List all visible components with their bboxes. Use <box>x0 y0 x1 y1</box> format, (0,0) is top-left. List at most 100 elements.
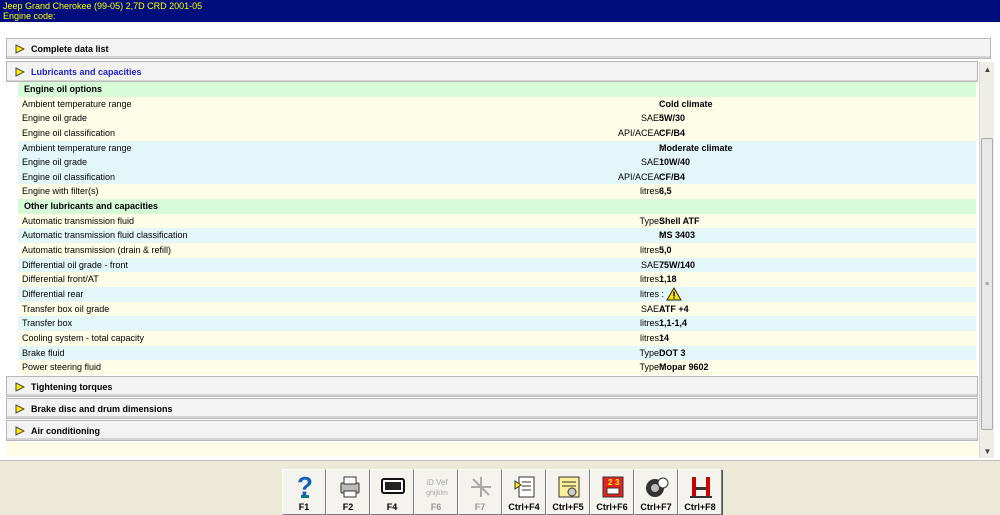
help-icon: ? <box>297 473 313 501</box>
row-value: Moderate climate <box>659 142 733 153</box>
section-label: Complete data list <box>31 43 109 54</box>
section-label: Brake disc and drum dimensions <box>31 403 173 414</box>
content-area: Complete data list Lubricants and capaci… <box>0 22 1000 460</box>
table-row: Transfer box litres :1,1-1,4 <box>18 316 976 331</box>
section-label: Lubricants and capacities <box>31 66 142 77</box>
row-label: Engine oil classification <box>22 127 116 138</box>
table-row: Differential front/AT litres :1,18 <box>18 272 976 287</box>
toolbar-button-ctrl-f4[interactable]: Ctrl+F4 <box>502 469 546 515</box>
vehicle-title: Jeep Grand Cherokee (99-05) 2,7D CRD 200… <box>3 1 203 11</box>
section-brake-disc-drum[interactable]: Brake disc and drum dimensions <box>6 398 978 419</box>
table-subheader: Engine oil options <box>18 82 976 97</box>
toolbar-button-ctrl-f6[interactable]: 2 3 Ctrl+F6 <box>590 469 634 515</box>
row-label: Automatic transmission (drain & refill) <box>22 245 172 256</box>
svg-text:2: 2 <box>608 478 613 487</box>
title-bar: Jeep Grand Cherokee (99-05) 2,7D CRD 200… <box>0 0 1000 22</box>
scroll-thumb[interactable]: ≡ <box>981 138 993 430</box>
toolbar-button-f7[interactable]: F7 <box>458 469 502 515</box>
table-row: Power steering fluid Type : Mopar 9602 <box>18 360 976 375</box>
red-unit-icon: 23 <box>602 476 624 498</box>
row-value: 10W/40 <box>659 157 691 168</box>
row-value: 5,0 <box>659 245 672 256</box>
chevron-right-icon <box>15 381 25 392</box>
toolbar-button-ctrl-f5[interactable]: Ctrl+F5 <box>546 469 590 515</box>
table-row: Cooling system - total capacity litres :1… <box>18 330 976 346</box>
display-icon <box>381 478 405 494</box>
toolbar-button-f1[interactable]: ? F1 <box>282 469 326 515</box>
row-label: Engine oil grade <box>22 113 88 124</box>
toolbar-button-f6[interactable]: iD Vef ghijklm F6 <box>414 469 458 515</box>
toolbar-button-label: Ctrl+F8 <box>684 502 716 512</box>
row-label: Transfer box <box>22 318 73 329</box>
svg-text:iD Vef: iD Vef <box>426 478 448 487</box>
toolbar-button-label: F6 <box>430 502 442 512</box>
printer-icon <box>340 476 360 498</box>
toolbar-button-ctrl-f8[interactable]: Ctrl+F8 <box>678 469 722 515</box>
row-value: 1,18 <box>659 274 677 285</box>
empty-footer-area <box>6 442 978 456</box>
row-label: Ambient temperature range <box>22 142 132 153</box>
row-label: Differential oil grade - front <box>22 259 128 270</box>
toolbar-button-label: F7 <box>474 502 486 512</box>
row-label: Automatic transmission fluid <box>22 215 135 226</box>
row-value: Shell ATF <box>659 215 700 226</box>
section-tightening-torques[interactable]: Tightening torques <box>6 376 978 397</box>
vertical-scrollbar[interactable]: ▲ ≡ ▼ <box>979 62 994 458</box>
list-icon <box>558 476 580 498</box>
svg-text:ghijklm: ghijklm <box>426 490 448 497</box>
section-label: Air conditioning <box>31 425 100 436</box>
scroll-down-icon[interactable]: ▼ <box>980 444 995 458</box>
row-value: 14 <box>659 332 670 343</box>
table-row: Automatic transmission fluid classificat… <box>18 228 976 244</box>
svg-text:3: 3 <box>615 478 620 487</box>
row-label: Ambient temperature range <box>22 98 132 109</box>
row-label: Power steering fluid <box>22 362 102 373</box>
toolbar-button-f4[interactable]: F4 <box>370 469 414 515</box>
row-value: CF/B4 <box>659 171 686 182</box>
row-value: MS 3403 <box>659 230 696 241</box>
toolbar-button-label: Ctrl+F5 <box>552 502 584 512</box>
table-row: Engine oil classification API/ACEA : CF/B4 <box>18 125 976 141</box>
row-unit: API/ACEA : <box>617 127 664 138</box>
row-unit: litres : <box>639 288 664 299</box>
row-label: Brake fluid <box>22 347 65 358</box>
row-value: CF/B4 <box>659 127 686 138</box>
lift-icon <box>690 477 712 498</box>
row-value: 5W/30 <box>659 113 686 124</box>
section-lubricants-capacities[interactable]: Lubricants and capacities <box>6 61 978 82</box>
table-row: Differential rear litres : <box>18 286 976 302</box>
table-row: Ambient temperature range: Cold climate <box>18 96 976 112</box>
table-row: Brake fluid Type : DOT 3 <box>18 345 976 361</box>
row-value: Mopar 9602 <box>659 362 709 373</box>
crosshair-icon <box>471 477 491 497</box>
document-icon <box>514 476 535 498</box>
toolbar-button-ctrl-f7[interactable]: Ctrl+F7 <box>634 469 678 515</box>
section-complete-data-list[interactable]: Complete data list <box>6 38 991 59</box>
row-label: Cooling system - total capacity <box>22 332 145 343</box>
section-air-conditioning[interactable]: Air conditioning <box>6 420 978 441</box>
toolbar-button-label: F1 <box>298 502 310 512</box>
function-toolbar: ? F1 F2 F4 iD Vef ghijklm F6 F7 Ctrl+F4 Ctrl+F5 2 3… <box>0 460 1000 515</box>
table-row: Engine with filter(s) litres :6,5 <box>18 184 976 200</box>
scroll-up-icon[interactable]: ▲ <box>980 62 995 76</box>
warning-icon[interactable] <box>666 286 682 301</box>
tyre-icon <box>646 477 669 497</box>
ident-icon: iD Vef ghijklm <box>426 478 448 497</box>
table-row: Ambient temperature range: Moderate clima… <box>18 140 976 156</box>
row-label: Engine oil classification <box>22 171 116 182</box>
row-value: 75W/140 <box>659 259 696 270</box>
subheader-label: Other lubricants and capacities <box>24 201 159 212</box>
table-row: Engine oil classification API/ACEA : CF/B4 <box>18 169 976 185</box>
toolbar-button-label: F2 <box>342 502 354 512</box>
toolbar-button-f2[interactable]: F2 <box>326 469 370 515</box>
data-table: Engine oil options Ambient temperature ra… <box>18 82 976 375</box>
chevron-right-icon <box>15 403 25 414</box>
subheader-label: Engine oil options <box>24 84 102 94</box>
row-unit: API/ACEA : <box>617 171 664 182</box>
row-value: DOT 3 <box>659 347 686 358</box>
row-label: Differential rear <box>22 288 84 299</box>
table-row: Transfer box oil grade SAE : ATF +4 <box>18 301 976 317</box>
row-label: Differential front/AT <box>22 274 99 285</box>
row-value: 1,1-1,4 <box>659 318 688 329</box>
row-label: Engine with filter(s) <box>22 186 99 197</box>
